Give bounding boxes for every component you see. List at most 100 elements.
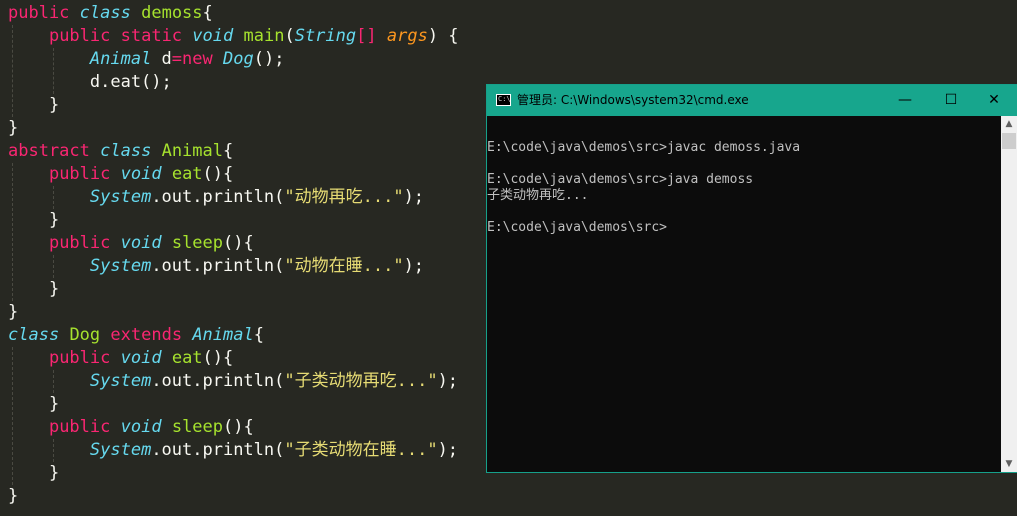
code-line[interactable]: class Dog extends Animal{ bbox=[8, 324, 264, 347]
code-token: Dog bbox=[223, 49, 254, 69]
code-line[interactable]: public void sleep(){ bbox=[8, 232, 254, 255]
code-token: } bbox=[8, 302, 19, 322]
code-line[interactable]: System.out.println("子类动物再吃..."); bbox=[8, 370, 458, 393]
code-token: "动物再吃..." bbox=[284, 187, 404, 207]
code-line[interactable]: } bbox=[8, 94, 59, 117]
code-token: } bbox=[8, 463, 60, 483]
code-token: Animal bbox=[89, 49, 152, 69]
code-token: String bbox=[294, 26, 357, 46]
maximize-button[interactable]: ☐ bbox=[928, 85, 974, 116]
code-token: eat bbox=[171, 348, 203, 368]
scroll-up-arrow-icon[interactable]: ▲ bbox=[1001, 116, 1017, 132]
cmd-console-output[interactable]: E:\code\java\demos\src>javac demoss.java… bbox=[487, 116, 1001, 472]
code-token: main bbox=[243, 26, 285, 46]
code-line[interactable]: public void sleep(){ bbox=[8, 416, 254, 439]
code-token: new bbox=[182, 49, 213, 69]
code-token: } bbox=[8, 210, 60, 230]
code-token: { bbox=[223, 141, 234, 161]
code-token: Dog bbox=[69, 325, 101, 345]
code-line[interactable]: System.out.println("子类动物在睡..."); bbox=[8, 439, 458, 462]
code-token: args bbox=[386, 26, 428, 46]
code-token: .out.println( bbox=[151, 256, 285, 276]
code-token: (){ bbox=[223, 417, 254, 437]
code-token: (){ bbox=[202, 348, 234, 368]
code-token: eat bbox=[171, 164, 203, 184]
console-line: E:\code\java\demos\src>java demoss bbox=[487, 172, 754, 187]
minimize-button[interactable]: — bbox=[882, 85, 928, 116]
code-line[interactable]: } bbox=[8, 462, 59, 485]
code-line[interactable]: } bbox=[8, 278, 59, 301]
code-token: static bbox=[120, 26, 183, 46]
cmd-vertical-scrollbar[interactable]: ▲ ▼ bbox=[1001, 116, 1017, 472]
code-token: System bbox=[89, 187, 152, 207]
code-token: System bbox=[89, 371, 152, 391]
code-token: void bbox=[120, 348, 162, 368]
code-line[interactable]: Animal d=new Dog(); bbox=[8, 48, 285, 71]
code-token: } bbox=[8, 486, 19, 506]
code-line[interactable]: public static void main(String[] args) { bbox=[8, 25, 459, 48]
code-token: ) { bbox=[427, 26, 459, 46]
code-line[interactable]: d.eat(); bbox=[8, 71, 172, 94]
code-token: (); bbox=[253, 49, 285, 69]
cmd-window-title: 管理员: C:\Windows\system32\cmd.exe bbox=[517, 93, 749, 107]
code-token: .out.println( bbox=[151, 187, 285, 207]
code-line[interactable]: System.out.println("动物再吃..."); bbox=[8, 186, 424, 209]
code-token: class bbox=[8, 325, 60, 345]
code-token: { bbox=[253, 325, 264, 345]
code-token: } bbox=[8, 394, 60, 414]
code-token: = bbox=[171, 49, 183, 69]
code-token: public bbox=[48, 26, 111, 46]
scrollbar-thumb[interactable] bbox=[1002, 133, 1016, 149]
code-line[interactable]: } bbox=[8, 209, 59, 232]
code-token: demoss bbox=[141, 3, 203, 23]
code-line[interactable]: } bbox=[8, 485, 18, 508]
cmd-window[interactable]: C:\ 管理员: C:\Windows\system32\cmd.exe — ☐… bbox=[486, 84, 1017, 473]
code-line[interactable]: public void eat(){ bbox=[8, 163, 233, 186]
code-token: sleep bbox=[171, 233, 224, 253]
code-token: "动物在睡..." bbox=[284, 256, 404, 276]
close-button[interactable]: ✕ bbox=[971, 85, 1017, 116]
code-line[interactable]: abstract class Animal{ bbox=[8, 140, 233, 163]
code-token: public bbox=[48, 164, 111, 184]
code-token: "子类动物再吃..." bbox=[284, 371, 438, 391]
code-line[interactable]: public void eat(){ bbox=[8, 347, 233, 370]
code-token: sleep bbox=[171, 417, 224, 437]
code-token: } bbox=[8, 279, 60, 299]
code-token: void bbox=[120, 417, 162, 437]
code-token: abstract bbox=[8, 141, 90, 161]
code-token: void bbox=[192, 26, 234, 46]
code-token: extends bbox=[110, 325, 183, 345]
code-line[interactable]: public class demoss{ bbox=[8, 2, 213, 25]
code-token: d bbox=[151, 49, 172, 69]
code-token: (){ bbox=[202, 164, 234, 184]
cmd-titlebar[interactable]: C:\ 管理员: C:\Windows\system32\cmd.exe — ☐… bbox=[487, 85, 1017, 116]
code-token: public bbox=[48, 417, 111, 437]
code-token: Animal bbox=[192, 325, 254, 345]
cmd-app-icon[interactable]: C:\ bbox=[496, 94, 511, 106]
code-line[interactable]: } bbox=[8, 393, 59, 416]
code-line[interactable]: } bbox=[8, 301, 18, 324]
scroll-down-arrow-icon[interactable]: ▼ bbox=[1001, 456, 1017, 472]
code-token: class bbox=[79, 3, 131, 23]
code-line[interactable]: System.out.println("动物在睡..."); bbox=[8, 255, 424, 278]
code-token: d.eat(); bbox=[8, 72, 172, 92]
code-token: { bbox=[202, 3, 213, 23]
code-line[interactable]: } bbox=[8, 117, 18, 140]
